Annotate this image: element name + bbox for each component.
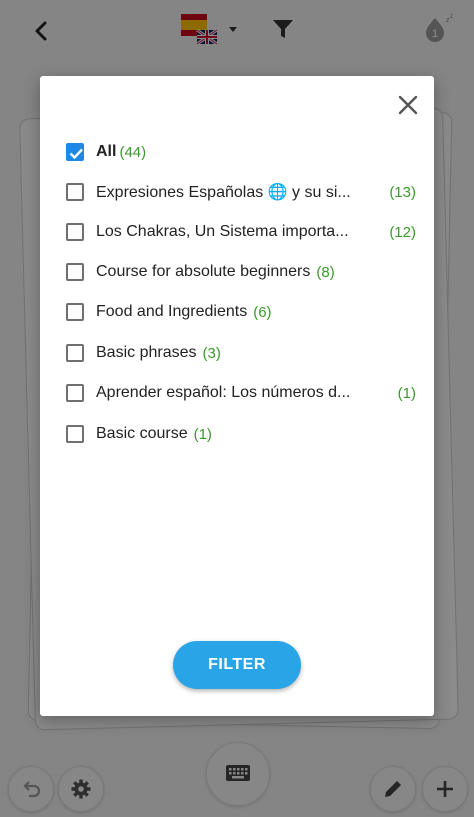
- filter-item-label: Course for absolute beginners: [96, 263, 311, 280]
- filter-item[interactable]: Course for absolute beginners (8): [66, 258, 416, 286]
- checkbox-all[interactable]: [66, 143, 84, 161]
- checkbox[interactable]: [66, 303, 84, 321]
- filter-item-label: Aprender español: Los números d...: [96, 384, 351, 401]
- checkbox[interactable]: [66, 384, 84, 402]
- filter-item-label: Basic phrases: [96, 344, 197, 361]
- filter-item-label: Food and Ingredients: [96, 303, 248, 320]
- close-icon: [398, 95, 418, 115]
- checkbox[interactable]: [66, 223, 84, 241]
- deck-filter-dialog: All (44) Expresiones Españolas 🌐 y su si…: [40, 76, 434, 716]
- close-button[interactable]: [395, 92, 421, 118]
- filter-item-all[interactable]: All (44): [66, 138, 416, 166]
- filter-item-count: (13): [389, 183, 416, 201]
- checkbox[interactable]: [66, 183, 84, 201]
- filter-item[interactable]: Expresiones Españolas 🌐 y su si... (13): [66, 178, 416, 206]
- filter-item[interactable]: Basic course (1): [66, 420, 416, 448]
- filter-item-count: (3): [202, 344, 221, 362]
- filter-item-count: (44): [119, 143, 147, 161]
- filter-item-label: Basic course: [96, 425, 188, 442]
- filter-item[interactable]: Aprender español: Los números d... (1): [66, 379, 416, 407]
- filter-item-label: Los Chakras, Un Sistema importa...: [96, 223, 349, 240]
- checkbox[interactable]: [66, 425, 84, 443]
- filter-item-count: (1): [193, 425, 212, 443]
- filter-item-label: Expresiones Españolas 🌐 y su si...: [96, 184, 351, 201]
- checkbox[interactable]: [66, 263, 84, 281]
- filter-item-count: (6): [253, 303, 272, 321]
- filter-item-count: (8): [316, 263, 335, 281]
- checkmark-icon: [69, 148, 83, 160]
- filter-item-count: (1): [397, 384, 416, 402]
- filter-item[interactable]: Basic phrases (3): [66, 339, 416, 367]
- filter-item-count: (12): [389, 223, 416, 241]
- filter-item[interactable]: Food and Ingredients (6): [66, 298, 416, 326]
- filter-item[interactable]: Los Chakras, Un Sistema importa... (12): [66, 218, 416, 246]
- filter-item-label: All: [96, 143, 117, 160]
- filter-button[interactable]: FILTER: [173, 641, 301, 689]
- checkbox[interactable]: [66, 344, 84, 362]
